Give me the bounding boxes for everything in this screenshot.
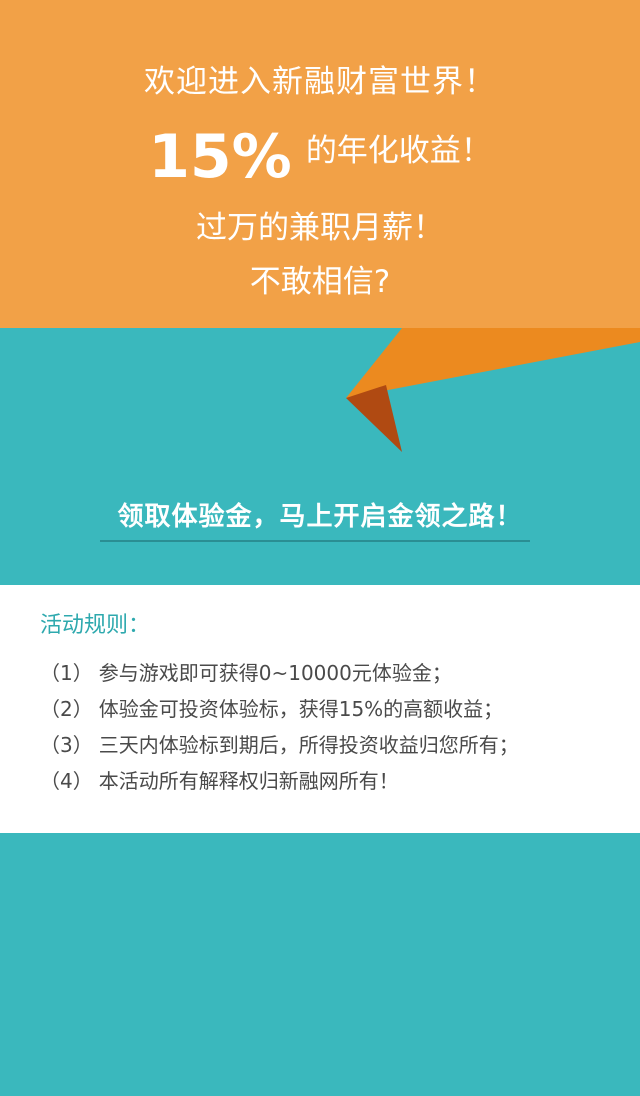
rule-number: （1） [40, 661, 93, 685]
rule-text: 三天内体验标到期后，所得投资收益归您所有； [98, 733, 519, 757]
rule-item: （4） 本活动所有解释权归新融网所有！ [40, 763, 519, 799]
rule-number: （2） [40, 697, 93, 721]
rule-text: 参与游戏即可获得0~10000元体验金； [98, 661, 452, 685]
rule-item: （3） 三天内体验标到期后，所得投资收益归您所有； [40, 727, 519, 763]
rules-panel: 活动规则： （1） 参与游戏即可获得0~10000元体验金； （2） 体验金可投资体… [0, 585, 640, 833]
rules-list: （1） 参与游戏即可获得0~10000元体验金； （2） 体验金可投资体验标，获得1… [40, 655, 519, 799]
cta-underline [100, 540, 530, 542]
rule-number: （3） [40, 733, 93, 757]
welcome-headline: 欢迎进入新融财富世界！ [144, 64, 496, 100]
rule-item: （2） 体验金可投资体验标，获得15%的高额收益； [40, 691, 519, 727]
disbelief-headline: 不敢相信? [249, 264, 391, 300]
yield-headline: 15% 的年化收益！ [0, 122, 640, 192]
yield-percent: 15% [148, 122, 292, 192]
salary-headline: 过万的兼职月薪！ [196, 210, 444, 246]
yield-label: 的年化收益！ [305, 132, 492, 169]
rule-text: 体验金可投资体验标，获得15%的高额收益； [98, 697, 504, 721]
fold-ribbon [346, 328, 640, 398]
rule-number: （4） [40, 769, 93, 793]
rule-item: （1） 参与游戏即可获得0~10000元体验金； [40, 655, 519, 691]
rule-text: 本活动所有解释权归新融网所有！ [98, 769, 399, 793]
rules-title: 活动规则： [40, 613, 151, 638]
claim-bonus-link[interactable]: 领取体验金，马上开启金领之路！ [0, 496, 640, 533]
